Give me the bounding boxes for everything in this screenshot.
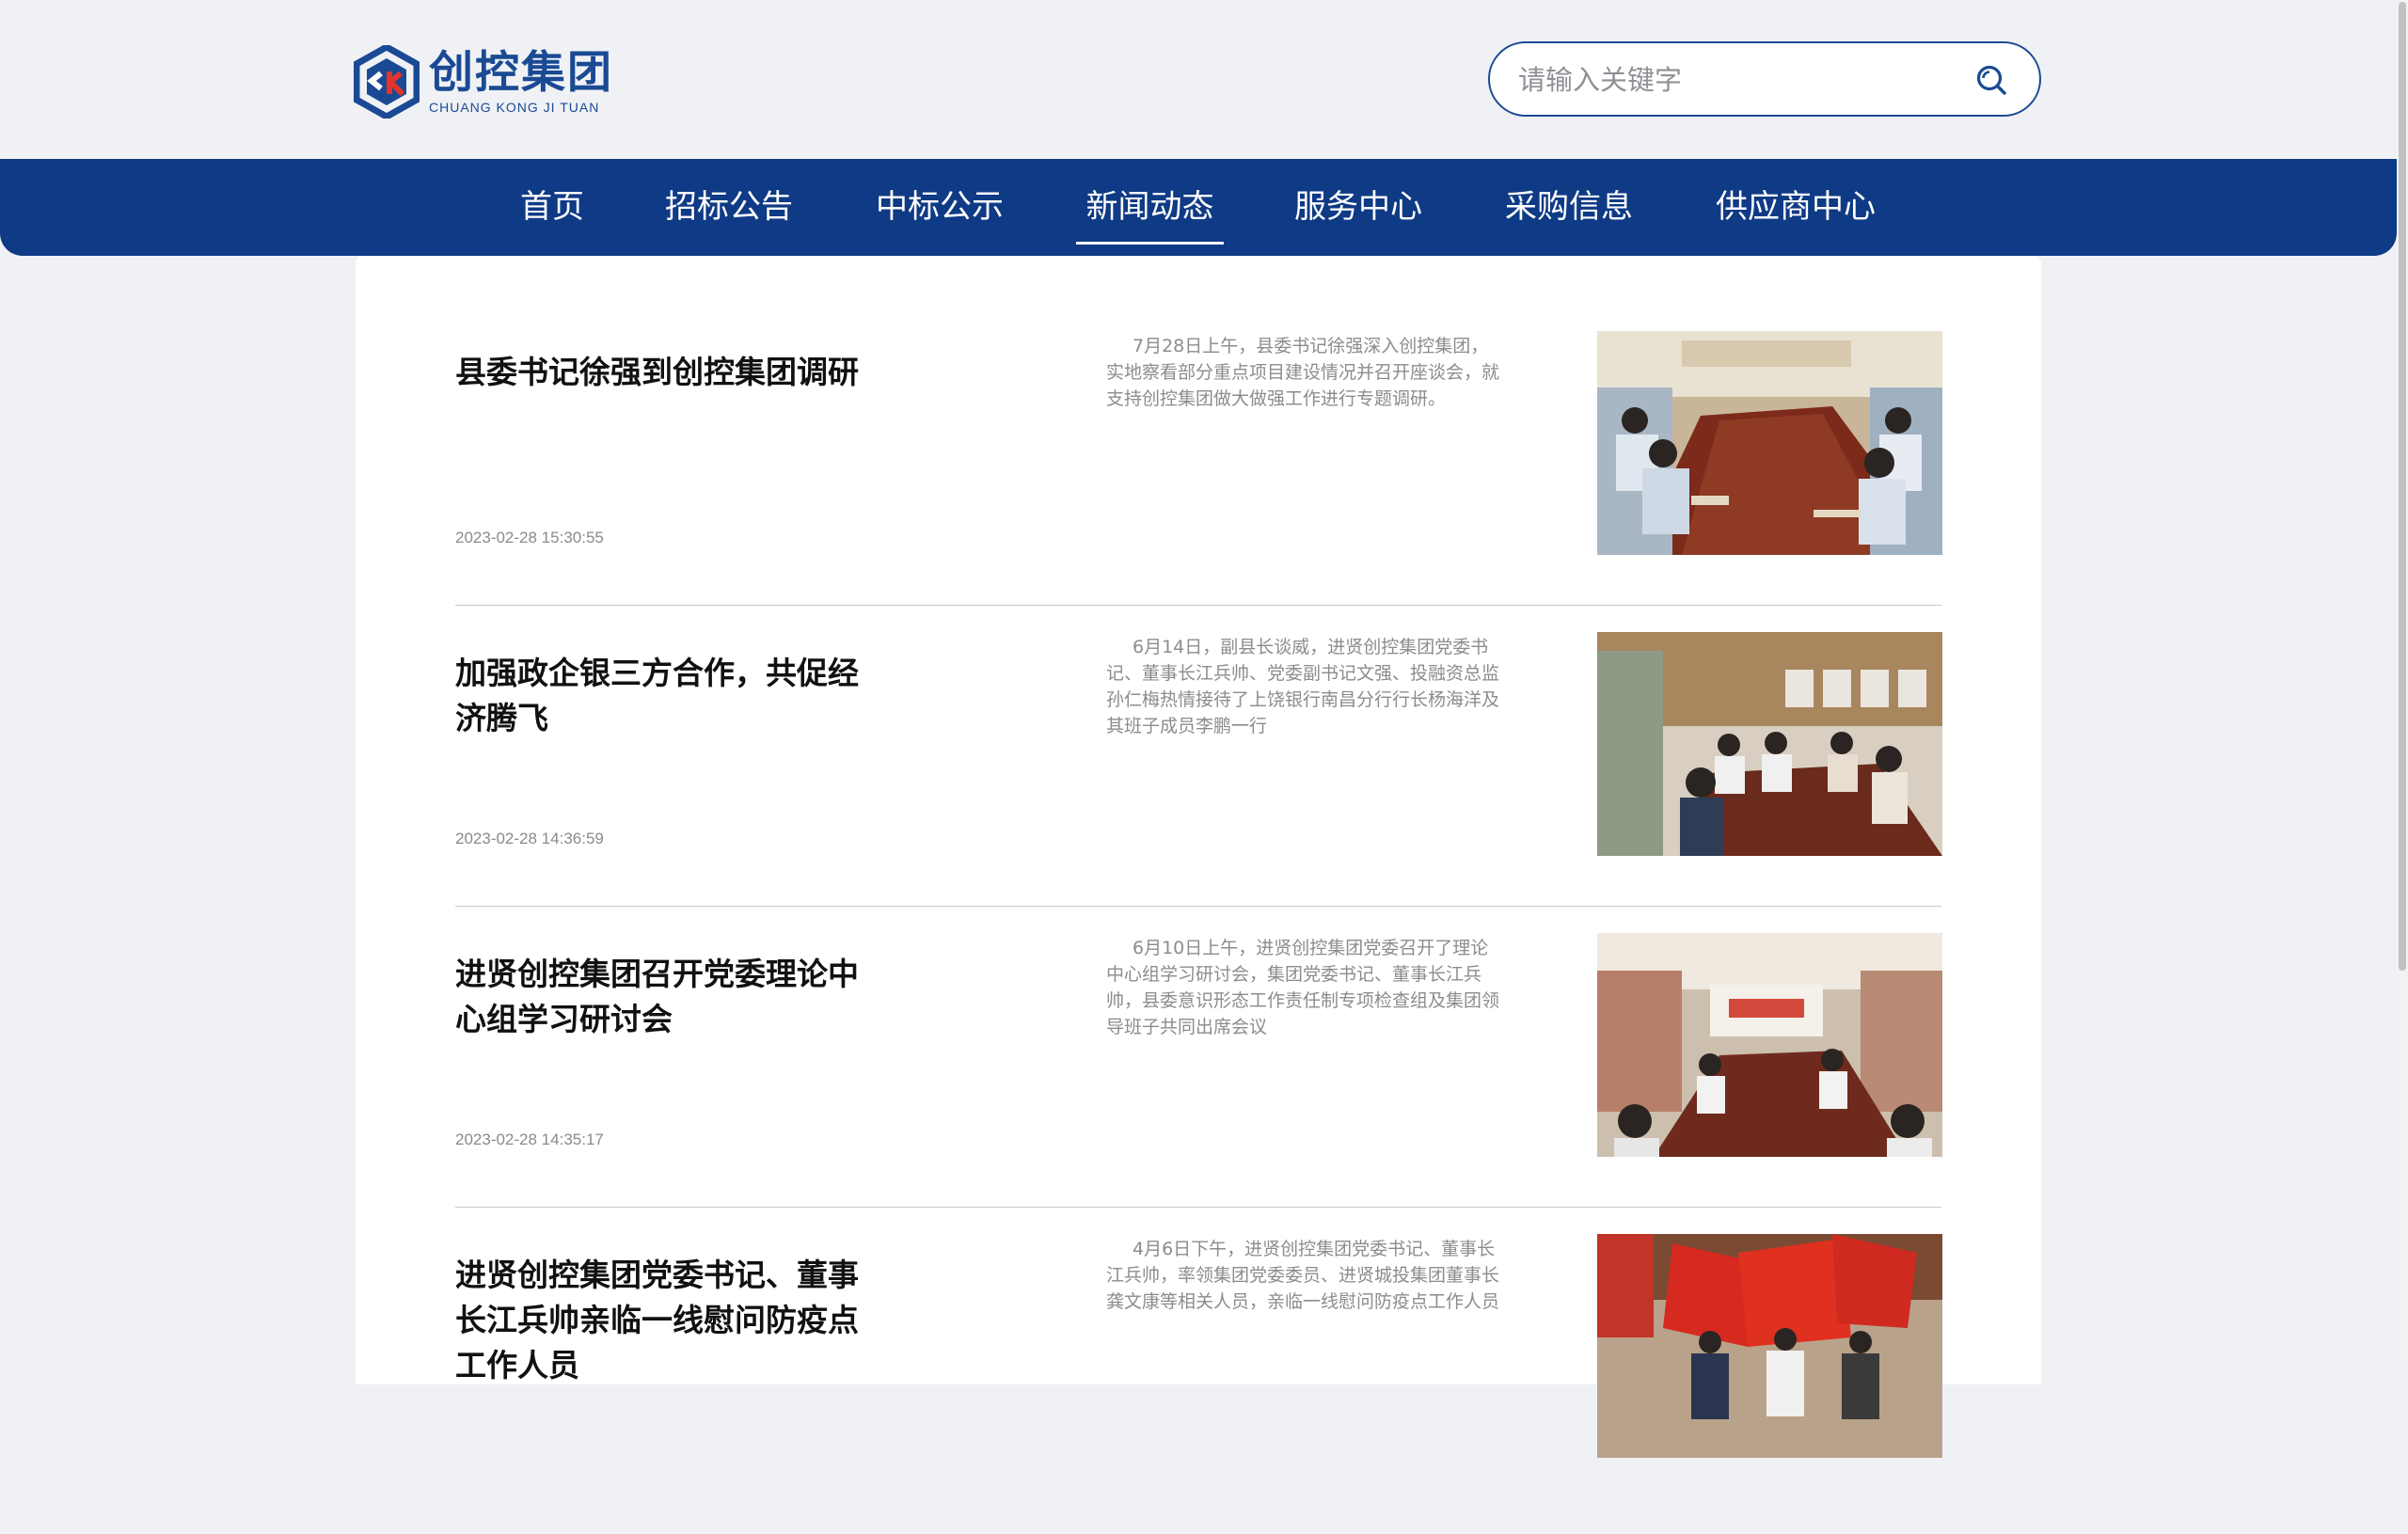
news-summary: 6月10日上午，进贤创控集团党委召开了理论中心组学习研讨会，集团党委书记、董事长… <box>1106 938 1500 1037</box>
news-title[interactable]: 进贤创控集团召开党委理论中心组学习研讨会 <box>455 952 869 1042</box>
news-item[interactable]: 县委书记徐强到创控集团调研 2023-02-28 15:30:55 7月28日上… <box>455 331 1942 631</box>
nav-item-supplier[interactable]: 供应商中心 <box>1714 159 1877 256</box>
news-summary: 4月6日下午，进贤创控集团党委书记、董事长江兵帅，率领集团党委委员、进贤城投集团… <box>1106 1239 1500 1312</box>
news-date: 2023-02-28 14:36:59 <box>455 830 604 847</box>
divider <box>455 1207 1941 1208</box>
nav-item-news[interactable]: 新闻动态 <box>1076 159 1224 256</box>
news-thumbnail[interactable] <box>1597 933 1942 1157</box>
meeting-photo-icon <box>1597 331 1942 555</box>
nav-item-home[interactable]: 首页 <box>519 159 585 256</box>
flag-photo-icon <box>1597 1234 1942 1458</box>
logo-name-en: CHUANG KONG JI TUAN <box>429 100 600 115</box>
news-thumbnail[interactable] <box>1597 1234 1942 1458</box>
news-title[interactable]: 县委书记徐强到创控集团调研 <box>455 350 869 395</box>
divider <box>455 906 1941 907</box>
page-scrollbar[interactable] <box>2397 0 2408 1361</box>
main-nav: 首页 招标公告 中标公示 新闻动态 服务中心 采购信息 供应商中心 <box>0 159 2397 256</box>
news-summary: 6月14日，副县长谈威，进贤创控集团党委书记、董事长江兵帅、党委副书记文强、投融… <box>1106 637 1500 736</box>
news-summary: 7月28日上午，县委书记徐强深入创控集团，实地察看部分重点项目建设情况并召开座谈… <box>1106 336 1500 409</box>
news-title[interactable]: 进贤创控集团党委书记、董事长江兵帅亲临一线慰问防疫点工作人员 <box>455 1253 869 1388</box>
scrollbar-thumb[interactable] <box>2399 2 2406 971</box>
search-icon[interactable] <box>1975 64 2007 96</box>
news-title[interactable]: 加强政企银三方合作，共促经济腾飞 <box>455 651 869 741</box>
ck-cube-logo-icon <box>354 45 420 119</box>
news-thumbnail[interactable] <box>1597 632 1942 856</box>
news-item[interactable]: 进贤创控集团召开党委理论中心组学习研讨会 2023-02-28 14:35:17… <box>455 933 1942 1233</box>
meeting-photo-icon <box>1597 632 1942 856</box>
nav-item-award-notice[interactable]: 中标公示 <box>874 159 1006 256</box>
news-thumbnail[interactable] <box>1597 331 1942 555</box>
site-logo[interactable]: 创控集团 CHUANG KONG JI TUAN <box>354 41 617 122</box>
news-item[interactable]: 进贤创控集团党委书记、董事长江兵帅亲临一线慰问防疫点工作人员 4月6日下午，进贤… <box>455 1234 1942 1534</box>
search-input[interactable] <box>1516 60 1962 100</box>
nav-item-procurement[interactable]: 采购信息 <box>1503 159 1635 256</box>
search-box <box>1488 41 2041 117</box>
site-header: 创控集团 CHUANG KONG JI TUAN <box>0 0 2397 158</box>
logo-name-cn: 创控集团 <box>429 47 613 99</box>
news-date: 2023-02-28 14:35:17 <box>455 1131 604 1148</box>
nav-item-service[interactable]: 服务中心 <box>1292 159 1424 256</box>
nav-item-bid-notice[interactable]: 招标公告 <box>663 159 795 256</box>
meeting-photo-icon <box>1597 933 1942 1157</box>
news-list: 县委书记徐强到创控集团调研 2023-02-28 15:30:55 7月28日上… <box>356 256 2041 1458</box>
news-date: 2023-02-28 15:30:55 <box>455 529 604 546</box>
divider <box>455 605 1941 606</box>
news-item[interactable]: 加强政企银三方合作，共促经济腾飞 2023-02-28 14:36:59 6月1… <box>455 632 1942 932</box>
